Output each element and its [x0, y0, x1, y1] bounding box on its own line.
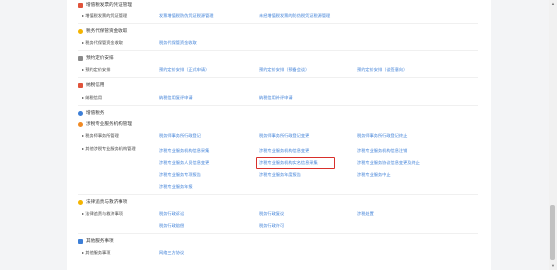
section-custody-funds: 税务代保管资金收取	[78, 28, 127, 34]
highlight-box	[256, 157, 335, 169]
link-other-agency-c1-3[interactable]: 涉税专业服务专项报告	[159, 172, 201, 178]
section-title: 其他服务事项	[86, 238, 114, 243]
section-title: 法律追责与救济事项	[86, 199, 128, 204]
scroll-down-arrow-icon[interactable]: ▼	[550, 263, 556, 268]
section-vat: 增值税务	[78, 110, 104, 116]
link-other-agency-c2-3[interactable]: 涉税专业服务年度报告	[259, 172, 301, 178]
link-advance-pricing-3[interactable]: 预约定价安排（谈签意向）	[357, 67, 407, 73]
link-other-services-1[interactable]: 网络三方协议	[159, 250, 184, 256]
calendar-icon	[78, 55, 83, 61]
link-other-agency-c1-1[interactable]: 涉税专业服务机构信息采集	[159, 148, 209, 154]
sub-item-firm-management[interactable]: ▸ 税务师事务所管理	[82, 133, 119, 139]
link-firm-3[interactable]: 税务师事务所行政登记终止	[357, 133, 407, 139]
scrollbar-thumb[interactable]	[550, 205, 555, 260]
link-tax-credit-2[interactable]: 纳税信用补评申请	[259, 95, 293, 101]
link-legal-5[interactable]: 涉税处置	[357, 211, 374, 217]
section-agency-management: 涉税专业服务机构管理	[78, 121, 132, 127]
link-advance-pricing-2[interactable]: 预约定价安排（预备会谈）	[259, 67, 309, 73]
section-invoice-voucher: 增值税发票的凭证管理	[78, 2, 132, 8]
divider	[78, 233, 478, 234]
divider	[78, 194, 478, 195]
link-other-agency-c1-4[interactable]: 涉税专业服务年报	[159, 184, 193, 190]
link-legal-2[interactable]: 税务行政复议	[259, 211, 284, 217]
link-other-agency-c3-1[interactable]: 涉税专业服务机构信息注销	[357, 148, 407, 154]
link-other-agency-c3-2[interactable]: 涉税专业服务协议信息变更及终止	[357, 160, 420, 166]
link-other-agency-c2-1[interactable]: 涉税专业服务机构信息变更	[259, 148, 309, 154]
section-tax-credit: 纳税信用	[78, 82, 104, 88]
section-title: 增值税务	[86, 110, 105, 115]
star-icon	[78, 28, 83, 34]
section-advance-pricing: 预约定价安排	[78, 55, 114, 61]
section-title: 纳税信用	[86, 82, 105, 87]
divider	[78, 77, 478, 78]
link-tax-credit-1[interactable]: 纳税信用复评申请	[159, 95, 193, 101]
sub-item-tax-credit[interactable]: ▸ 纳税信用	[82, 95, 102, 101]
section-title: 增值税发票的凭证管理	[86, 2, 132, 7]
credit-icon	[78, 82, 83, 88]
link-other-agency-c1-2[interactable]: 涉税专业服务人员信息变更	[159, 160, 209, 166]
service-list-panel: 增值税发票的凭证管理 ▸ 增值税发票的凭证管理 发票增值税防伪凭证税源管理 未经…	[67, 0, 491, 270]
sub-item-custody-funds[interactable]: ▸ 税务代保管资金收取	[82, 40, 123, 46]
sub-item-other-agency[interactable]: ▸ 其他涉税专业服务机构管理	[82, 145, 138, 152]
sub-item-advance-pricing[interactable]: ▸ 预约定价安排	[82, 67, 110, 73]
link-legal-3[interactable]: 税务行政赔偿	[159, 223, 184, 229]
section-other-services: 其他服务事项	[78, 238, 114, 244]
sub-item-other-services[interactable]: ▸ 其他服务事项	[82, 250, 110, 256]
section-title: 预约定价安排	[86, 55, 114, 60]
divider	[78, 105, 478, 106]
sub-item-invoice-voucher[interactable]: ▸ 增值税发票的凭证管理	[82, 13, 127, 19]
link-advance-pricing-1[interactable]: 预约定价安排（正式申请）	[159, 67, 209, 73]
doc-icon	[78, 2, 83, 8]
link-legal-1[interactable]: 税务行政诉讼	[159, 211, 184, 217]
link-firm-2[interactable]: 税务师事务所行政登记变更	[259, 133, 309, 139]
link-legal-4[interactable]: 税务行政许可	[259, 223, 284, 229]
divider	[78, 23, 478, 24]
sub-item-legal-remedy[interactable]: ▸ 法律追责与救济事项	[82, 211, 123, 217]
section-title: 涉税专业服务机构管理	[86, 121, 132, 126]
section-title: 税务代保管资金收取	[86, 28, 128, 33]
list-icon	[78, 238, 83, 244]
link-firm-1[interactable]: 税务师事务所行政登记	[159, 133, 201, 139]
link-invoice-voucher-1[interactable]: 发票增值税防伪凭证税源管理	[159, 13, 213, 19]
link-custody-funds[interactable]: 税务代保管资金收取	[159, 40, 197, 46]
scroll-up-arrow-icon[interactable]: ▲	[550, 1, 556, 6]
heart-icon	[78, 199, 83, 205]
circle-icon	[78, 110, 83, 116]
link-other-agency-c3-3[interactable]: 涉税专业服务中止	[357, 172, 391, 178]
section-legal-remedy: 法律追责与救济事项	[78, 199, 127, 205]
link-invoice-voucher-2[interactable]: 未经增值税发票的防伪税凭证税源管理	[259, 13, 330, 19]
divider	[78, 50, 478, 51]
gear-icon	[78, 121, 83, 127]
